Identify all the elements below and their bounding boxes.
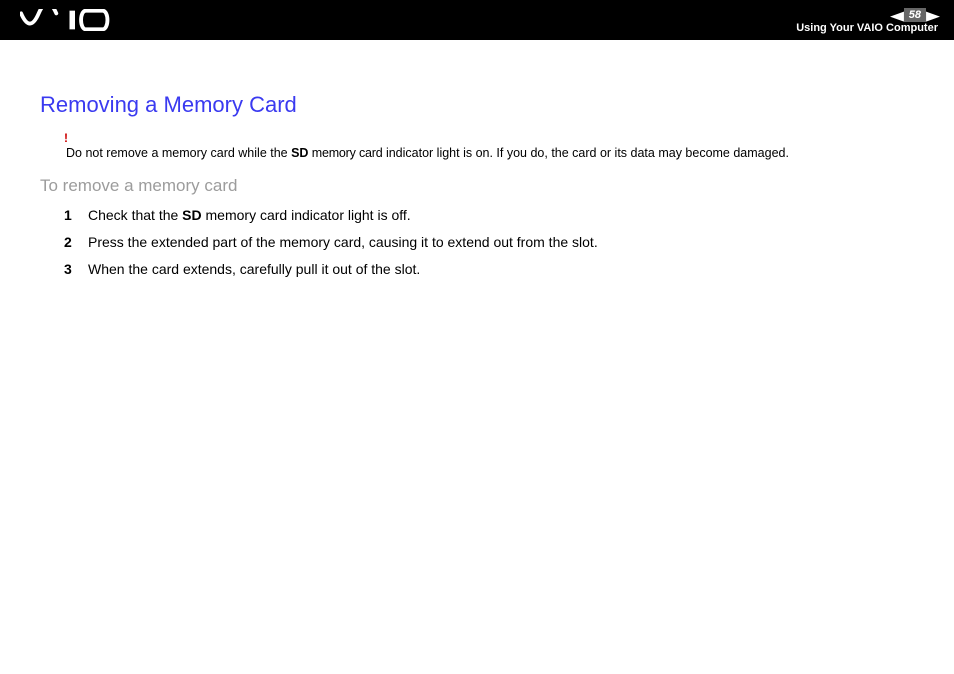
step-text-bold: SD bbox=[182, 207, 201, 223]
warning-text: Do not remove a memory card while the SD… bbox=[66, 146, 789, 160]
section-title: Using Your VAIO Computer bbox=[796, 23, 938, 34]
page-title: Removing a Memory Card bbox=[40, 92, 914, 118]
prev-page-arrow-icon[interactable]: ◀ bbox=[890, 9, 904, 22]
warning-text-pre: Do not remove a memory card while the bbox=[66, 146, 291, 160]
step-number: 2 bbox=[64, 233, 72, 252]
list-item: 3 When the card extends, carefully pull … bbox=[64, 260, 914, 279]
page-content: Removing a Memory Card ! Do not remove a… bbox=[0, 40, 954, 279]
page-navigator: ◀ 58 ▶ bbox=[892, 8, 938, 22]
warning-block: ! Do not remove a memory card while the … bbox=[40, 132, 914, 162]
vaio-logo-icon bbox=[20, 9, 130, 31]
page-number-badge: 58 bbox=[904, 8, 926, 22]
step-number: 3 bbox=[64, 260, 72, 279]
step-text-pre: Press the extended part of the memory ca… bbox=[88, 234, 598, 250]
header-right: ◀ 58 ▶ Using Your VAIO Computer bbox=[796, 6, 938, 34]
step-number: 1 bbox=[64, 206, 72, 225]
list-item: 2 Press the extended part of the memory … bbox=[64, 233, 914, 252]
warning-text-post: indicator light is on. If you do, the ca… bbox=[382, 146, 788, 160]
warning-text-bold: SD bbox=[291, 146, 308, 160]
step-text-pre: When the card extends, carefully pull it… bbox=[88, 261, 420, 277]
warning-icon: ! bbox=[64, 132, 914, 144]
sub-heading: To remove a memory card bbox=[40, 176, 914, 196]
vaio-logo bbox=[20, 9, 130, 31]
header-bar: ◀ 58 ▶ Using Your VAIO Computer bbox=[0, 0, 954, 40]
list-item: 1 Check that the SD memory card indicato… bbox=[64, 206, 914, 225]
step-text-pre: Check that the bbox=[88, 207, 182, 223]
next-page-arrow-icon[interactable]: ▶ bbox=[926, 9, 940, 22]
steps-list: 1 Check that the SD memory card indicato… bbox=[40, 206, 914, 279]
warning-text-mid: memory card bbox=[308, 146, 382, 160]
step-text-post: memory card indicator light is off. bbox=[202, 207, 411, 223]
